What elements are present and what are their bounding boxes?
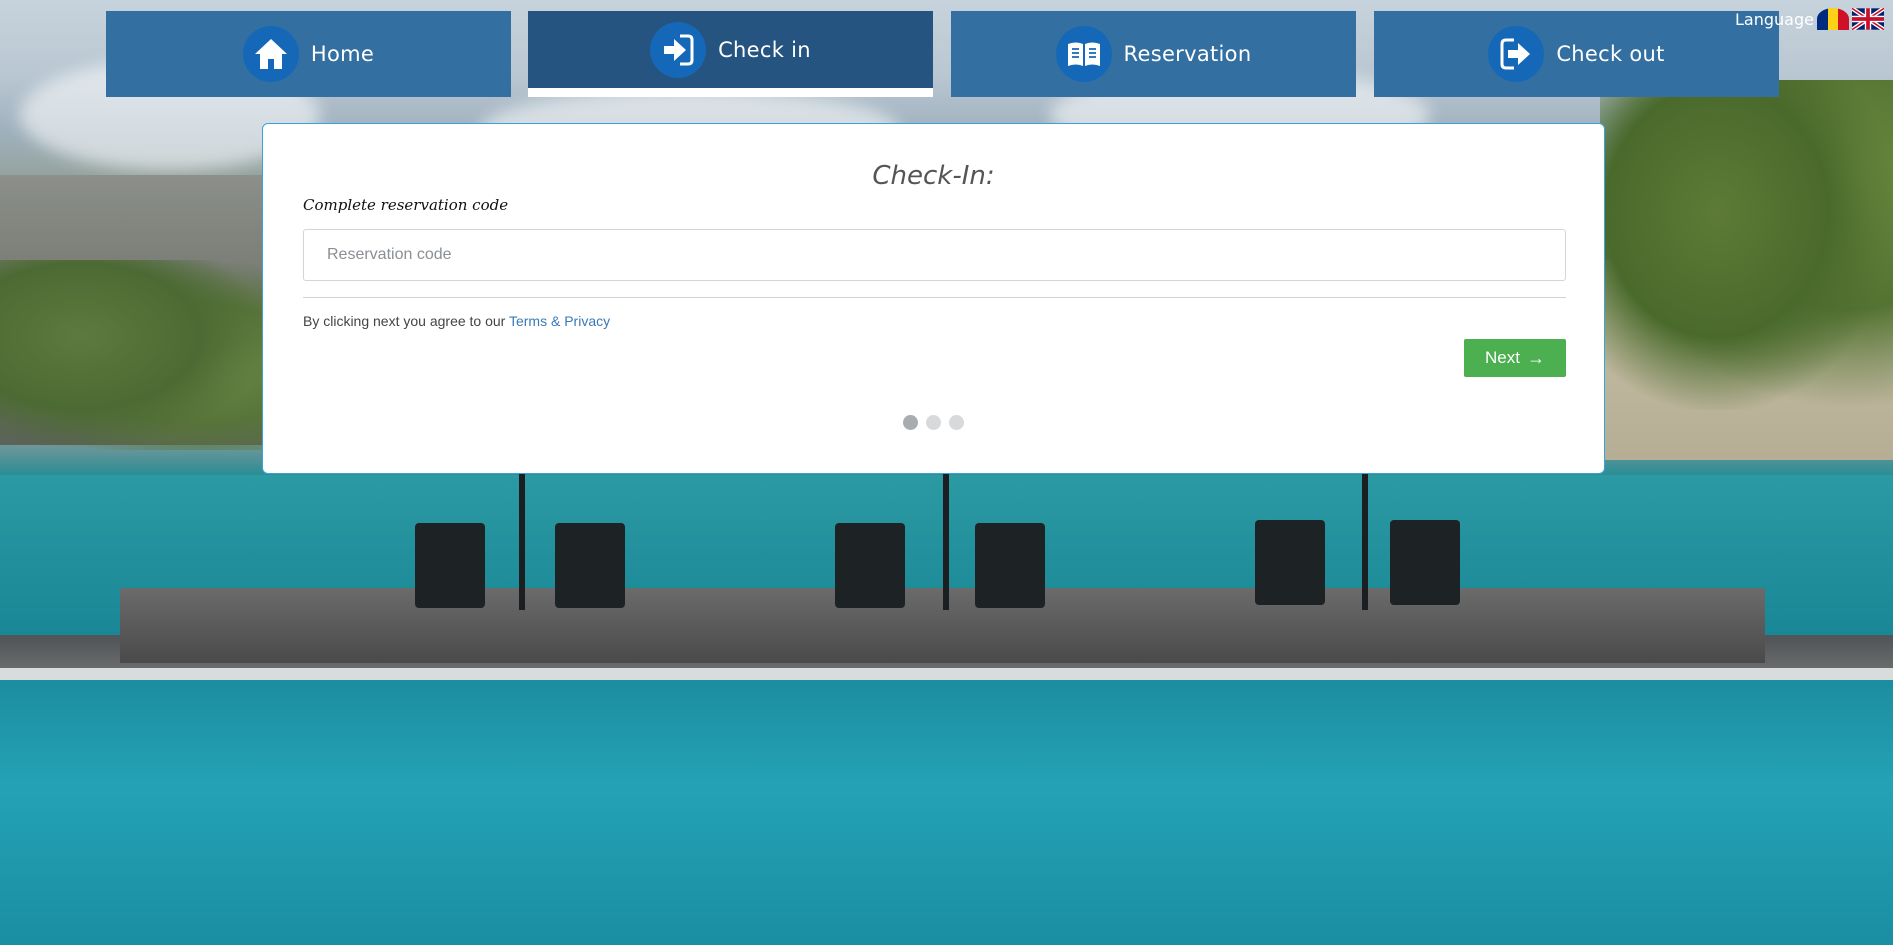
language-label: Language [1735,9,1814,29]
step-dot-2 [926,415,941,430]
check-in-arrow-icon [650,21,707,78]
open-book-icon [1055,26,1112,82]
language-selector: Language [1735,6,1886,32]
divider [303,297,1566,298]
step-dot-3 [949,415,964,430]
step-dot-1 [903,415,918,430]
check-in-card: Check-In: Complete reservation code By c… [262,123,1605,474]
tab-check-in-label: Check in [718,37,811,62]
tab-home[interactable]: Home [106,11,511,97]
terms-prefix: By clicking next you agree to our [303,313,506,329]
uk-flag-icon[interactable] [1850,6,1886,32]
romania-flag-icon[interactable] [1816,8,1849,30]
main-navigation: Home Check in Reservation Check out [106,11,1779,98]
tab-check-out[interactable]: Check out [1374,11,1779,97]
next-button[interactable]: Next → [1464,339,1566,377]
step-indicator [263,415,1604,430]
card-title: Check-In: [872,161,995,191]
tab-check-out-label: Check out [1556,42,1665,66]
check-out-arrow-icon [1488,26,1545,82]
reservation-code-input[interactable] [303,229,1566,281]
home-icon [242,26,299,82]
reservation-code-label: Complete reservation code [303,196,509,214]
tab-check-in[interactable]: Check in [528,11,933,97]
terms-privacy-link[interactable]: Terms & Privacy [509,313,610,329]
next-button-label: Next [1485,348,1520,367]
tab-reservation[interactable]: Reservation [951,11,1356,97]
arrow-right-icon: → [1526,347,1545,368]
tab-home-label: Home [310,42,375,66]
terms-notice: By clicking next you agree to our Terms … [303,313,610,329]
tab-reservation-label: Reservation [1123,42,1252,66]
